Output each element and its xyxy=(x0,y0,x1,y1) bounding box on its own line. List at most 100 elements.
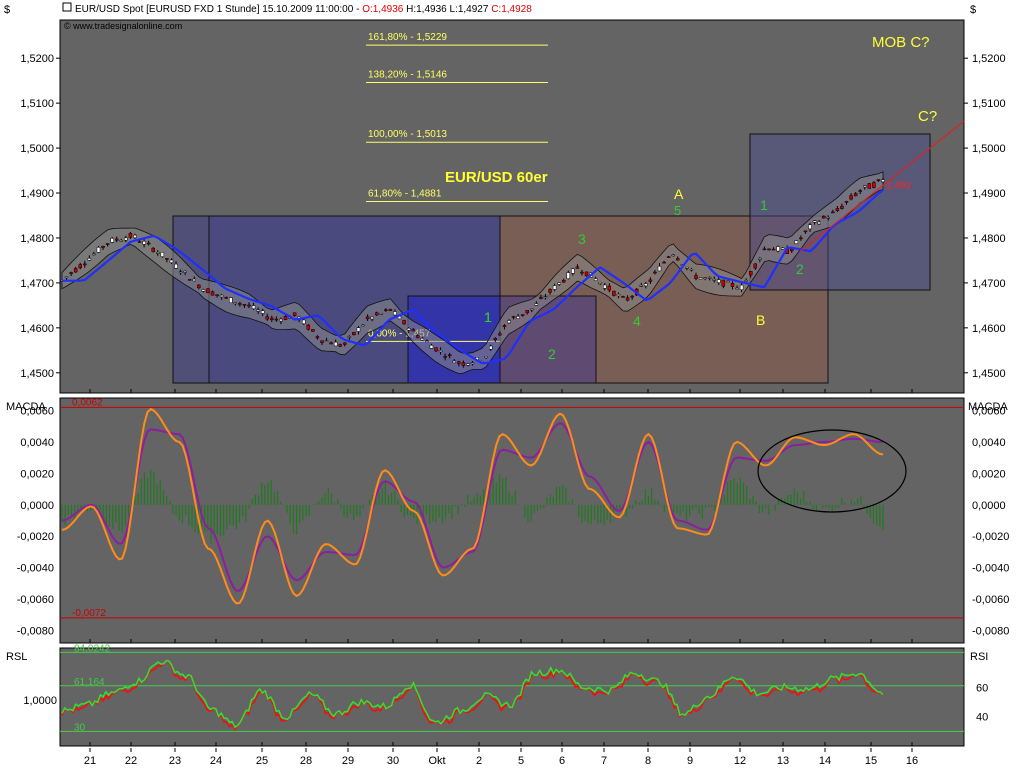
candle-body xyxy=(730,283,735,287)
last-price-label: 1,492 xyxy=(886,181,911,192)
candle-body xyxy=(110,238,114,243)
x-tick-label: 28 xyxy=(300,755,312,767)
candle-body xyxy=(799,237,803,240)
candle-body xyxy=(739,284,744,290)
candle-body xyxy=(124,237,128,241)
candle-body xyxy=(384,309,388,311)
candle-body xyxy=(183,270,187,273)
candle-body xyxy=(707,277,712,279)
candle-body xyxy=(96,247,101,253)
candle-body xyxy=(612,290,616,296)
price-tick-left: 1,4500 xyxy=(20,368,54,380)
candle-body xyxy=(803,230,808,233)
macd-tick-left: 0,0020 xyxy=(20,468,54,480)
candle-body xyxy=(370,316,374,320)
candle-body xyxy=(174,263,178,269)
x-tick-label: 24 xyxy=(210,755,222,767)
candle-body xyxy=(210,291,215,296)
candle-body xyxy=(133,234,137,238)
candle-body xyxy=(338,344,342,347)
candle-body xyxy=(256,309,260,312)
candle-body xyxy=(748,271,753,276)
candle-body xyxy=(466,363,470,366)
candle-body xyxy=(406,328,411,331)
candle-body xyxy=(840,205,844,209)
candle-body xyxy=(758,257,762,260)
candle-body xyxy=(206,288,210,294)
candle-body xyxy=(671,254,675,257)
candle-body xyxy=(92,253,96,256)
macd-limit-label: 0,0062 xyxy=(72,397,103,408)
candle-body xyxy=(543,296,548,299)
price-tick-left: 1,4600 xyxy=(20,323,54,335)
macd-tick-right: -0,0060 xyxy=(972,594,1009,606)
candle-body xyxy=(260,310,265,314)
candle-body xyxy=(192,278,197,282)
candle-body xyxy=(767,248,771,251)
candle-body xyxy=(283,316,288,320)
wave-label: MOB C? xyxy=(872,34,930,51)
candle-body xyxy=(735,287,739,290)
candle-body xyxy=(114,238,119,241)
candle-body xyxy=(87,258,92,261)
candle-body xyxy=(301,319,306,325)
candle-body xyxy=(872,182,876,188)
collapse-icon[interactable] xyxy=(62,2,72,12)
candle-body xyxy=(215,294,219,296)
header-open: O:1,4936 xyxy=(362,4,404,15)
wave-label: C? xyxy=(918,108,937,125)
candle-body xyxy=(137,241,142,243)
candle-body xyxy=(630,295,634,298)
candle-body xyxy=(101,245,105,248)
price-tick-left: 1,5000 xyxy=(20,143,54,155)
macd-tick-left: 0,0040 xyxy=(20,437,54,449)
candle-body xyxy=(616,294,621,297)
candle-body xyxy=(790,248,794,252)
candle-body xyxy=(703,277,707,279)
candle-body xyxy=(689,268,694,271)
header-high-low: H:1,4936 L:1,4927 xyxy=(403,4,491,15)
candle-body xyxy=(812,220,817,223)
macd-limit-label: -0,0072 xyxy=(72,608,106,619)
candle-body xyxy=(457,361,461,364)
candle-body xyxy=(867,183,872,189)
candle-body xyxy=(603,284,607,289)
candle-body xyxy=(580,271,584,274)
candle-body xyxy=(119,239,124,242)
candle-body xyxy=(762,248,767,251)
macd-tick-right: -0,0040 xyxy=(972,563,1009,575)
candle-body xyxy=(694,275,698,279)
candle-body xyxy=(534,303,539,306)
candle-body xyxy=(598,281,602,284)
candle-body xyxy=(808,224,812,230)
candle-body xyxy=(311,329,315,332)
candle-body xyxy=(292,312,297,316)
candle-body xyxy=(393,311,397,316)
dollar-right-label: $ xyxy=(970,4,976,16)
candle-body xyxy=(525,310,529,314)
candle-body xyxy=(488,345,493,350)
candle-body xyxy=(452,360,457,364)
candle-body xyxy=(575,266,580,269)
candle-body xyxy=(247,304,251,307)
macd-tick-right: -0,0020 xyxy=(972,531,1009,543)
candle-body xyxy=(653,271,657,274)
candle-body xyxy=(666,256,671,258)
rsi-level-label: 61,164 xyxy=(74,677,105,688)
x-tick-label: 6 xyxy=(559,755,565,767)
candle-body xyxy=(64,276,69,279)
wave-label: 5 xyxy=(674,203,681,218)
rsi-level-label: 30 xyxy=(74,722,86,733)
macd-tick-left: -0,0020 xyxy=(17,531,54,543)
candle-body xyxy=(224,297,228,299)
candle-body xyxy=(470,362,475,365)
wave-label: 1 xyxy=(484,309,492,325)
price-tick-left: 1,4700 xyxy=(20,278,54,290)
candle-body xyxy=(365,316,370,319)
candle-body xyxy=(548,289,552,293)
candle-body xyxy=(151,247,155,252)
macd-title-left: MACDA xyxy=(6,401,46,413)
candle-body xyxy=(374,312,379,316)
candle-body xyxy=(552,285,557,290)
candle-body xyxy=(274,318,279,321)
